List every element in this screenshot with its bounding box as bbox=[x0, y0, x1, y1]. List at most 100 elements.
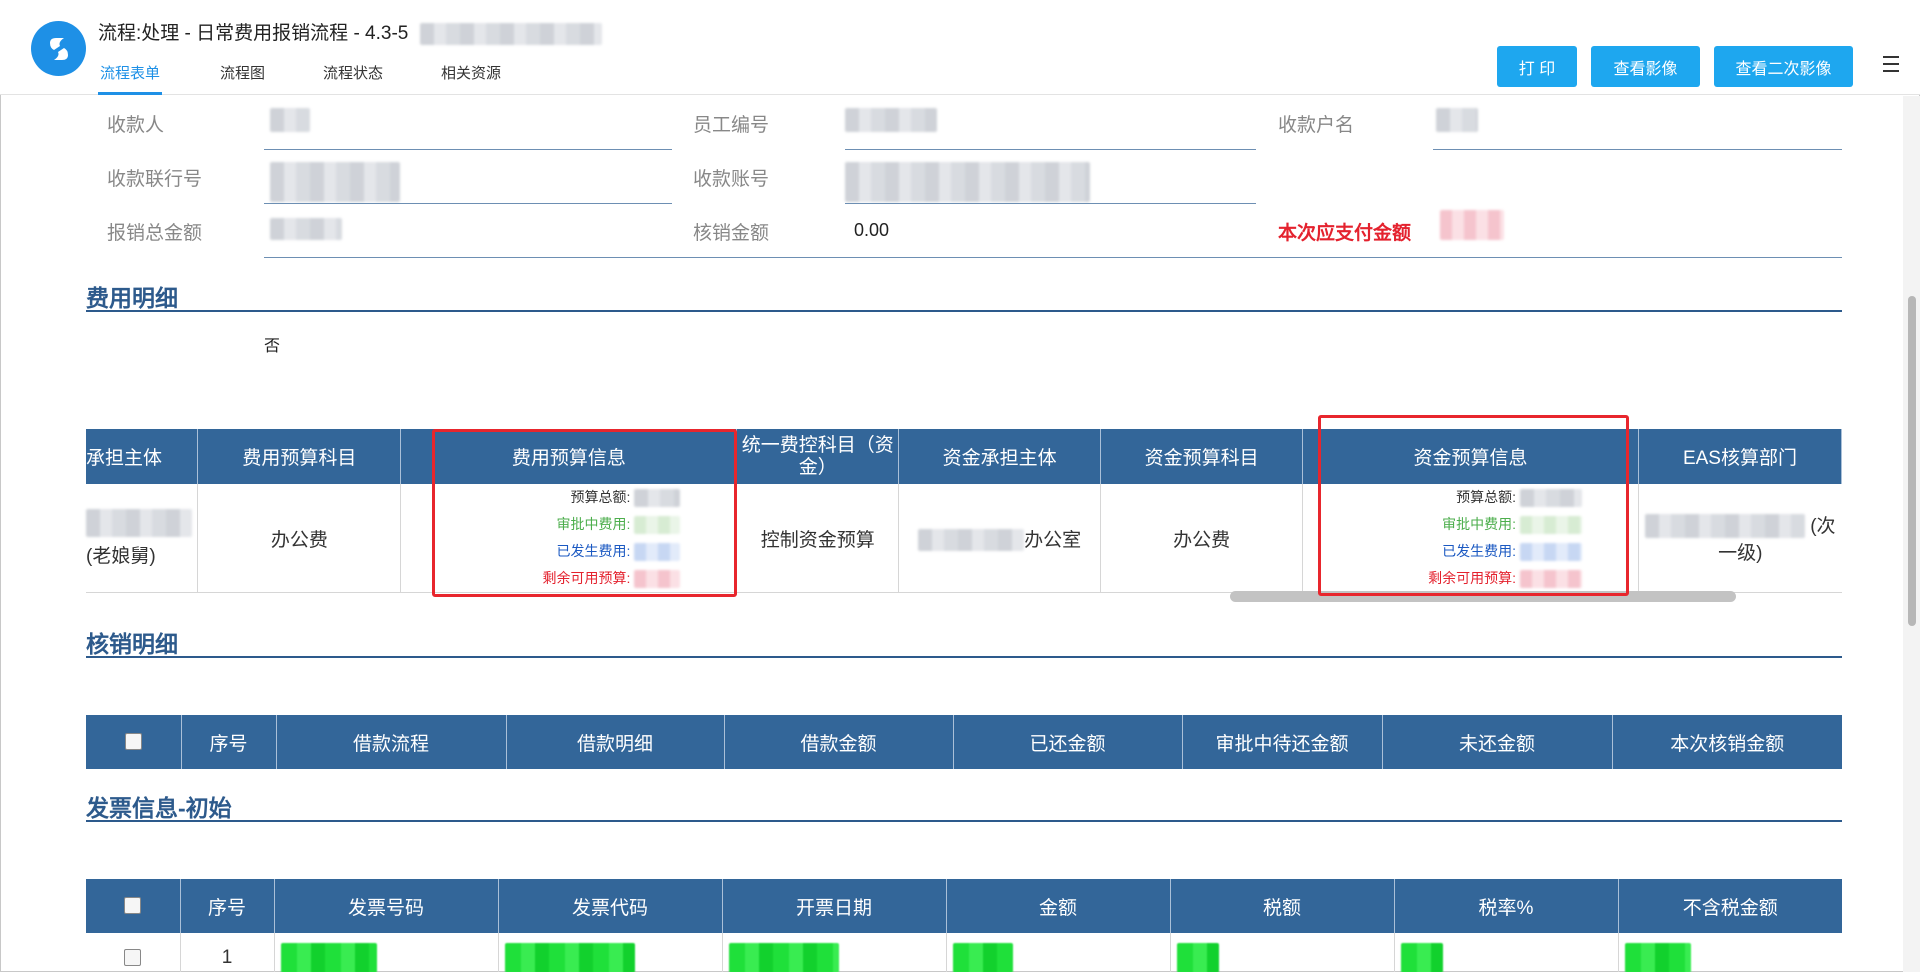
highlight-fund-budget-info bbox=[1318, 415, 1629, 596]
bank-no-field[interactable] bbox=[264, 203, 672, 204]
account-name-label: 收款户名 bbox=[1278, 115, 1355, 136]
invoice-row-code bbox=[498, 933, 723, 972]
logo-icon bbox=[50, 38, 68, 60]
redacted-total bbox=[270, 218, 342, 240]
col-control-subject: 统一费控科目（资金） bbox=[736, 429, 900, 484]
invoice-row-tax-rate bbox=[1394, 933, 1619, 972]
writeoff-col-repaid: 已还金额 bbox=[953, 715, 1183, 769]
redacted-invoice-tax bbox=[1176, 942, 1219, 972]
invoice-table: 序号 发票号码 发票代码 开票日期 金额 税额 税率% 不含税金额 1 bbox=[86, 879, 1842, 972]
writeoff-col-loan-flow: 借款流程 bbox=[276, 715, 507, 769]
tab-resources[interactable]: 相关资源 bbox=[441, 62, 501, 95]
writeoff-label: 核销金额 bbox=[693, 223, 770, 244]
writeoff-col-this-writeoff: 本次核销金额 bbox=[1612, 715, 1842, 769]
writeoff-col-pending-repay: 审批中待还金额 bbox=[1182, 715, 1383, 769]
tab-bar: 流程表单 流程图 流程状态 相关资源 bbox=[98, 62, 559, 95]
redacted-process-no bbox=[419, 22, 602, 45]
cell-control-subject: 控制资金预算 bbox=[736, 484, 900, 593]
writeoff-section-divider bbox=[86, 656, 1842, 658]
form-content: 收款人 员工编号 收款户名 收款联行号 收款账号 报销总金额 核销金额 0.00… bbox=[0, 96, 1900, 972]
invoice-section-title: 发票信息-初始 bbox=[86, 795, 232, 821]
payable-label: 本次应支付金额 bbox=[1278, 223, 1412, 244]
redacted-invoice-number bbox=[280, 942, 377, 972]
select-all-checkbox[interactable] bbox=[124, 733, 142, 751]
invoice-row-checkbox[interactable] bbox=[124, 949, 142, 967]
invoice-row[interactable]: 1 bbox=[86, 933, 1842, 972]
invoice-section-divider bbox=[86, 820, 1842, 822]
view-image-button[interactable]: 查看影像 bbox=[1591, 46, 1700, 87]
redacted-eas-dept bbox=[1644, 514, 1805, 539]
writeoff-table: 序号 借款流程 借款明细 借款金额 已还金额 审批中待还金额 未还金额 本次核销… bbox=[86, 715, 1842, 769]
col-fund-budget-subject: 资金预算科目 bbox=[1100, 429, 1304, 484]
bank-no-label: 收款联行号 bbox=[107, 169, 203, 190]
tab-form[interactable]: 流程表单 bbox=[98, 62, 163, 95]
invoice-select-all-checkbox[interactable] bbox=[124, 897, 142, 915]
invoice-col-number: 发票号码 bbox=[274, 879, 499, 933]
col-fund-entity: 资金承担主体 bbox=[898, 429, 1102, 484]
app-logo bbox=[31, 21, 86, 76]
employee-no-field[interactable] bbox=[845, 149, 1256, 150]
redacted-invoice-date bbox=[728, 942, 839, 972]
cell-eas-dept: (次 一级) bbox=[1638, 484, 1842, 593]
invoice-col-tax: 税额 bbox=[1170, 879, 1395, 933]
account-name-field[interactable] bbox=[1433, 149, 1842, 150]
writeoff-select-all[interactable] bbox=[86, 715, 182, 769]
writeoff-col-loan-amount: 借款金额 bbox=[724, 715, 954, 769]
cell-budget-subject: 办公费 bbox=[197, 484, 402, 593]
payee-label: 收款人 bbox=[107, 115, 165, 136]
redacted-payee bbox=[270, 108, 310, 132]
invoice-row-amount bbox=[946, 933, 1171, 972]
invoice-col-date: 开票日期 bbox=[722, 879, 947, 933]
total-row-line bbox=[264, 257, 1842, 258]
cell-fund-budget-subject: 办公费 bbox=[1100, 484, 1304, 593]
vertical-scrollbar-thumb[interactable] bbox=[1908, 296, 1916, 626]
print-button[interactable]: 打 印 bbox=[1497, 46, 1577, 87]
redacted-fund-entity bbox=[918, 529, 1025, 552]
eas-dept-suffix-1: (次 bbox=[1810, 515, 1836, 537]
redacted-employee-no bbox=[845, 108, 937, 132]
invoice-col-net-amount: 不含税金额 bbox=[1618, 879, 1842, 933]
total-label: 报销总金额 bbox=[107, 223, 203, 244]
invoice-row-select[interactable] bbox=[86, 933, 181, 972]
tab-flowchart[interactable]: 流程图 bbox=[220, 62, 265, 95]
redacted-invoice-code bbox=[504, 942, 635, 972]
menu-icon[interactable] bbox=[1877, 56, 1899, 76]
cell-entity: (老娘舅) bbox=[86, 484, 199, 593]
eas-dept-suffix-2: 一级) bbox=[1718, 543, 1763, 565]
vertical-scrollbar[interactable] bbox=[1903, 96, 1920, 972]
redacted-invoice-net-amount bbox=[1624, 942, 1691, 972]
writeoff-col-no: 序号 bbox=[181, 715, 277, 769]
invoice-row-net-amount bbox=[1618, 933, 1842, 972]
writeoff-col-unpaid: 未还金额 bbox=[1382, 715, 1613, 769]
expense-flag-value: 否 bbox=[264, 338, 281, 355]
col-entity: 承担主体 bbox=[86, 429, 199, 484]
tab-status[interactable]: 流程状态 bbox=[323, 62, 383, 95]
invoice-col-code: 发票代码 bbox=[498, 879, 723, 933]
redacted-invoice-amount bbox=[952, 942, 1013, 972]
expense-section-divider bbox=[86, 310, 1842, 312]
redacted-entity bbox=[86, 508, 192, 537]
redacted-bank-no bbox=[270, 162, 400, 202]
fund-entity-suffix: 办公室 bbox=[1024, 529, 1082, 551]
col-budget-subject: 费用预算科目 bbox=[197, 429, 402, 484]
invoice-col-amount: 金额 bbox=[946, 879, 1171, 933]
entity-suffix: (老娘舅) bbox=[86, 545, 156, 567]
redacted-account-no bbox=[845, 162, 1090, 202]
invoice-row-date bbox=[722, 933, 947, 972]
view-second-image-button[interactable]: 查看二次影像 bbox=[1714, 46, 1853, 87]
writeoff-value: 0.00 bbox=[854, 220, 890, 240]
invoice-select-all[interactable] bbox=[86, 879, 181, 933]
employee-no-label: 员工编号 bbox=[693, 115, 770, 136]
highlight-budget-info bbox=[432, 429, 737, 597]
redacted-payable bbox=[1440, 210, 1504, 240]
cell-fund-entity: 办公室 bbox=[898, 484, 1102, 593]
writeoff-col-loan-detail: 借款明细 bbox=[506, 715, 725, 769]
redacted-invoice-tax-rate bbox=[1400, 942, 1443, 972]
redacted-account-name bbox=[1436, 108, 1478, 132]
window-title-text: 流程:处理 - 日常费用报销流程 - 4.3-5 bbox=[98, 23, 409, 44]
invoice-row-no: 1 bbox=[180, 933, 275, 972]
payee-field[interactable] bbox=[264, 149, 672, 150]
account-no-label: 收款账号 bbox=[693, 169, 770, 190]
account-no-field[interactable] bbox=[845, 203, 1256, 204]
invoice-col-tax-rate: 税率% bbox=[1394, 879, 1619, 933]
